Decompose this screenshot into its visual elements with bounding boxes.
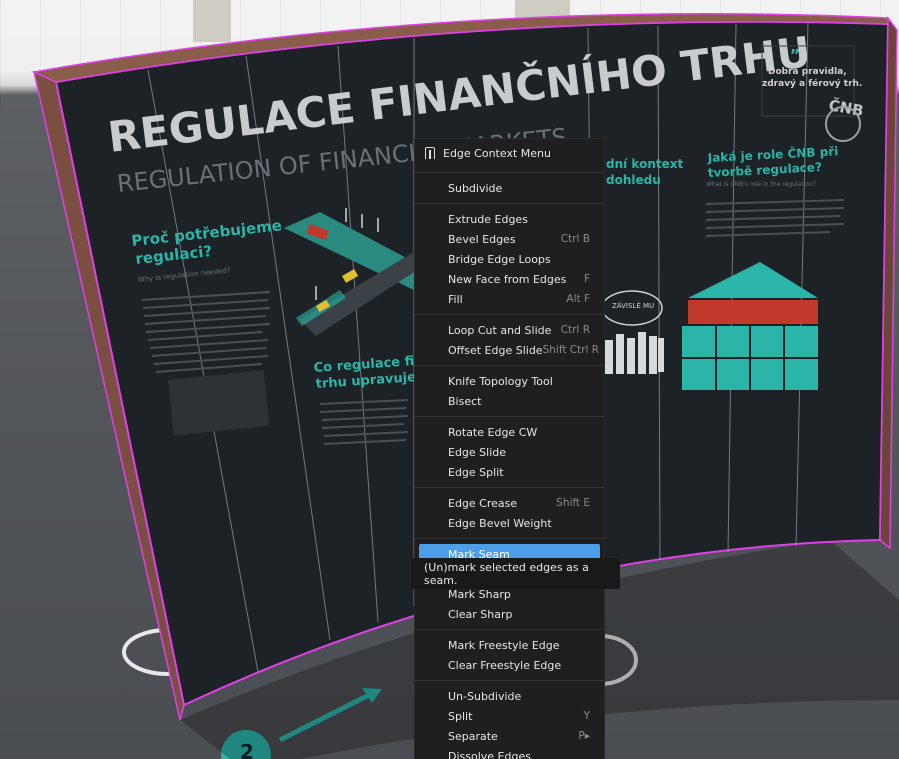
menu-item-offset-edge-slide[interactable]: Offset Edge Slide Shift Ctrl R: [415, 340, 604, 360]
menu-item-bridge-edge-loops[interactable]: Bridge Edge Loops: [415, 249, 604, 269]
menu-item-subdivide[interactable]: Subdivide: [415, 178, 604, 198]
menu-item-shortcut: Shift Ctrl R: [542, 344, 600, 356]
quote-line2: zdravý a férový trh.: [762, 78, 862, 89]
menu-item-un-subdivide[interactable]: Un-Subdivide: [415, 686, 604, 706]
menu-item-shortcut: P▸: [578, 730, 590, 742]
menu-item-label: Un-Subdivide: [448, 689, 522, 703]
menu-item-edge-split[interactable]: Edge Split: [415, 462, 604, 482]
menu-item-rotate-edge-cw[interactable]: Rotate Edge CW: [415, 422, 604, 442]
quote-mark: „: [790, 37, 801, 56]
edge-context-menu: Edge Context Menu Subdivide Extrude Edges…: [414, 138, 605, 759]
menu-item-label: Bevel Edges: [448, 232, 516, 246]
menu-item-knife-topology-tool[interactable]: Knife Topology Tool: [415, 371, 604, 391]
menu-item-label: Bridge Edge Loops: [448, 252, 551, 266]
menu-item-label: Loop Cut and Slide: [448, 323, 552, 337]
menu-item-label: New Face from Edges: [448, 272, 567, 286]
menu-item-shortcut: F: [583, 273, 590, 285]
menu-item-label: Edge Crease: [448, 496, 518, 510]
menu-separator: [415, 416, 604, 417]
menu-item-dissolve-edges[interactable]: Dissolve Edges: [415, 746, 604, 759]
menu-item-label: Edge Slide: [448, 445, 507, 459]
menu-groups: Subdivide Extrude Edges Bevel Edges Ctrl BB…: [415, 172, 604, 759]
menu-item-label: Offset Edge Slide: [448, 343, 543, 357]
menu-item-edge-crease[interactable]: Edge Crease Shift E: [415, 493, 604, 513]
menu-item-label: Subdivide: [448, 181, 503, 195]
menu-item-edge-slide[interactable]: Edge Slide: [415, 442, 604, 462]
menu-separator: [415, 680, 604, 681]
menu-item-split[interactable]: Split Y: [415, 706, 604, 726]
menu-separator: [415, 314, 604, 315]
edge-menu-icon: [423, 146, 437, 160]
menu-separator: [415, 172, 604, 173]
3d-viewport[interactable]: 2 REGULACE FINANČNÍHO TRHU REGULATION OF…: [0, 0, 899, 759]
menu-item-label: Clear Sharp: [448, 607, 513, 621]
menu-item-label: Separate: [448, 729, 498, 743]
menu-item-mark-freestyle-edge[interactable]: Mark Freestyle Edge: [415, 635, 604, 655]
menu-item-label: Knife Topology Tool: [448, 374, 553, 388]
menu-item-label: Dissolve Edges: [448, 749, 531, 759]
menu-separator: [415, 487, 604, 488]
menu-item-shortcut: Alt F: [566, 293, 590, 305]
menu-item-clear-sharp[interactable]: Clear Sharp: [415, 604, 604, 624]
quote-line1: Dobrá pravidla,: [768, 67, 847, 77]
menu-item-label: Clear Freestyle Edge: [448, 658, 562, 672]
menu-item-label: Mark Sharp: [448, 587, 511, 601]
menu-item-edge-bevel-weight[interactable]: Edge Bevel Weight: [415, 513, 604, 533]
menu-item-fill[interactable]: Fill Alt F: [415, 289, 604, 309]
menu-item-label: Bisect: [448, 394, 482, 408]
menu-item-label: Edge Bevel Weight: [448, 516, 552, 530]
menu-separator: [415, 538, 604, 539]
menu-item-label: Extrude Edges: [448, 212, 528, 226]
menu-separator: [415, 365, 604, 366]
menu-item-label: Fill: [448, 292, 463, 306]
menu-item-label: Edge Split: [448, 465, 504, 479]
menu-item-label: Rotate Edge CW: [448, 425, 538, 439]
menu-item-clear-freestyle-edge[interactable]: Clear Freestyle Edge: [415, 655, 604, 675]
menu-item-loop-cut-and-slide[interactable]: Loop Cut and Slide Ctrl R: [415, 320, 604, 340]
thought-bubble-text: ZÁVISLÉ MU: [612, 301, 654, 310]
menu-item-bevel-edges[interactable]: Bevel Edges Ctrl B: [415, 229, 604, 249]
section3-heading: dní kontext: [606, 157, 683, 171]
menu-item-shortcut: Ctrl B: [560, 233, 590, 245]
image-placeholder: [168, 369, 270, 436]
menu-item-new-face-from-edges[interactable]: New Face from Edges F: [415, 269, 604, 289]
menu-title: Edge Context Menu: [443, 146, 551, 160]
menu-item-shortcut: Ctrl R: [560, 324, 590, 336]
menu-item-shortcut: Shift E: [556, 497, 590, 509]
tooltip: (Un)mark selected edges as a seam.: [411, 558, 620, 589]
menu-header: Edge Context Menu: [415, 139, 604, 167]
menu-item-extrude-edges[interactable]: Extrude Edges: [415, 209, 604, 229]
section3-heading2: dohledu: [606, 173, 661, 187]
menu-separator: [415, 203, 604, 204]
menu-item-label: Mark Freestyle Edge: [448, 638, 560, 652]
menu-item-label: Split: [448, 709, 473, 723]
menu-item-separate[interactable]: Separate P▸: [415, 726, 604, 746]
section4-subheading: What is CNB's role in the regulation?: [706, 181, 816, 188]
menu-item-shortcut: Y: [583, 710, 590, 722]
menu-separator: [415, 629, 604, 630]
menu-item-bisect[interactable]: Bisect: [415, 391, 604, 411]
